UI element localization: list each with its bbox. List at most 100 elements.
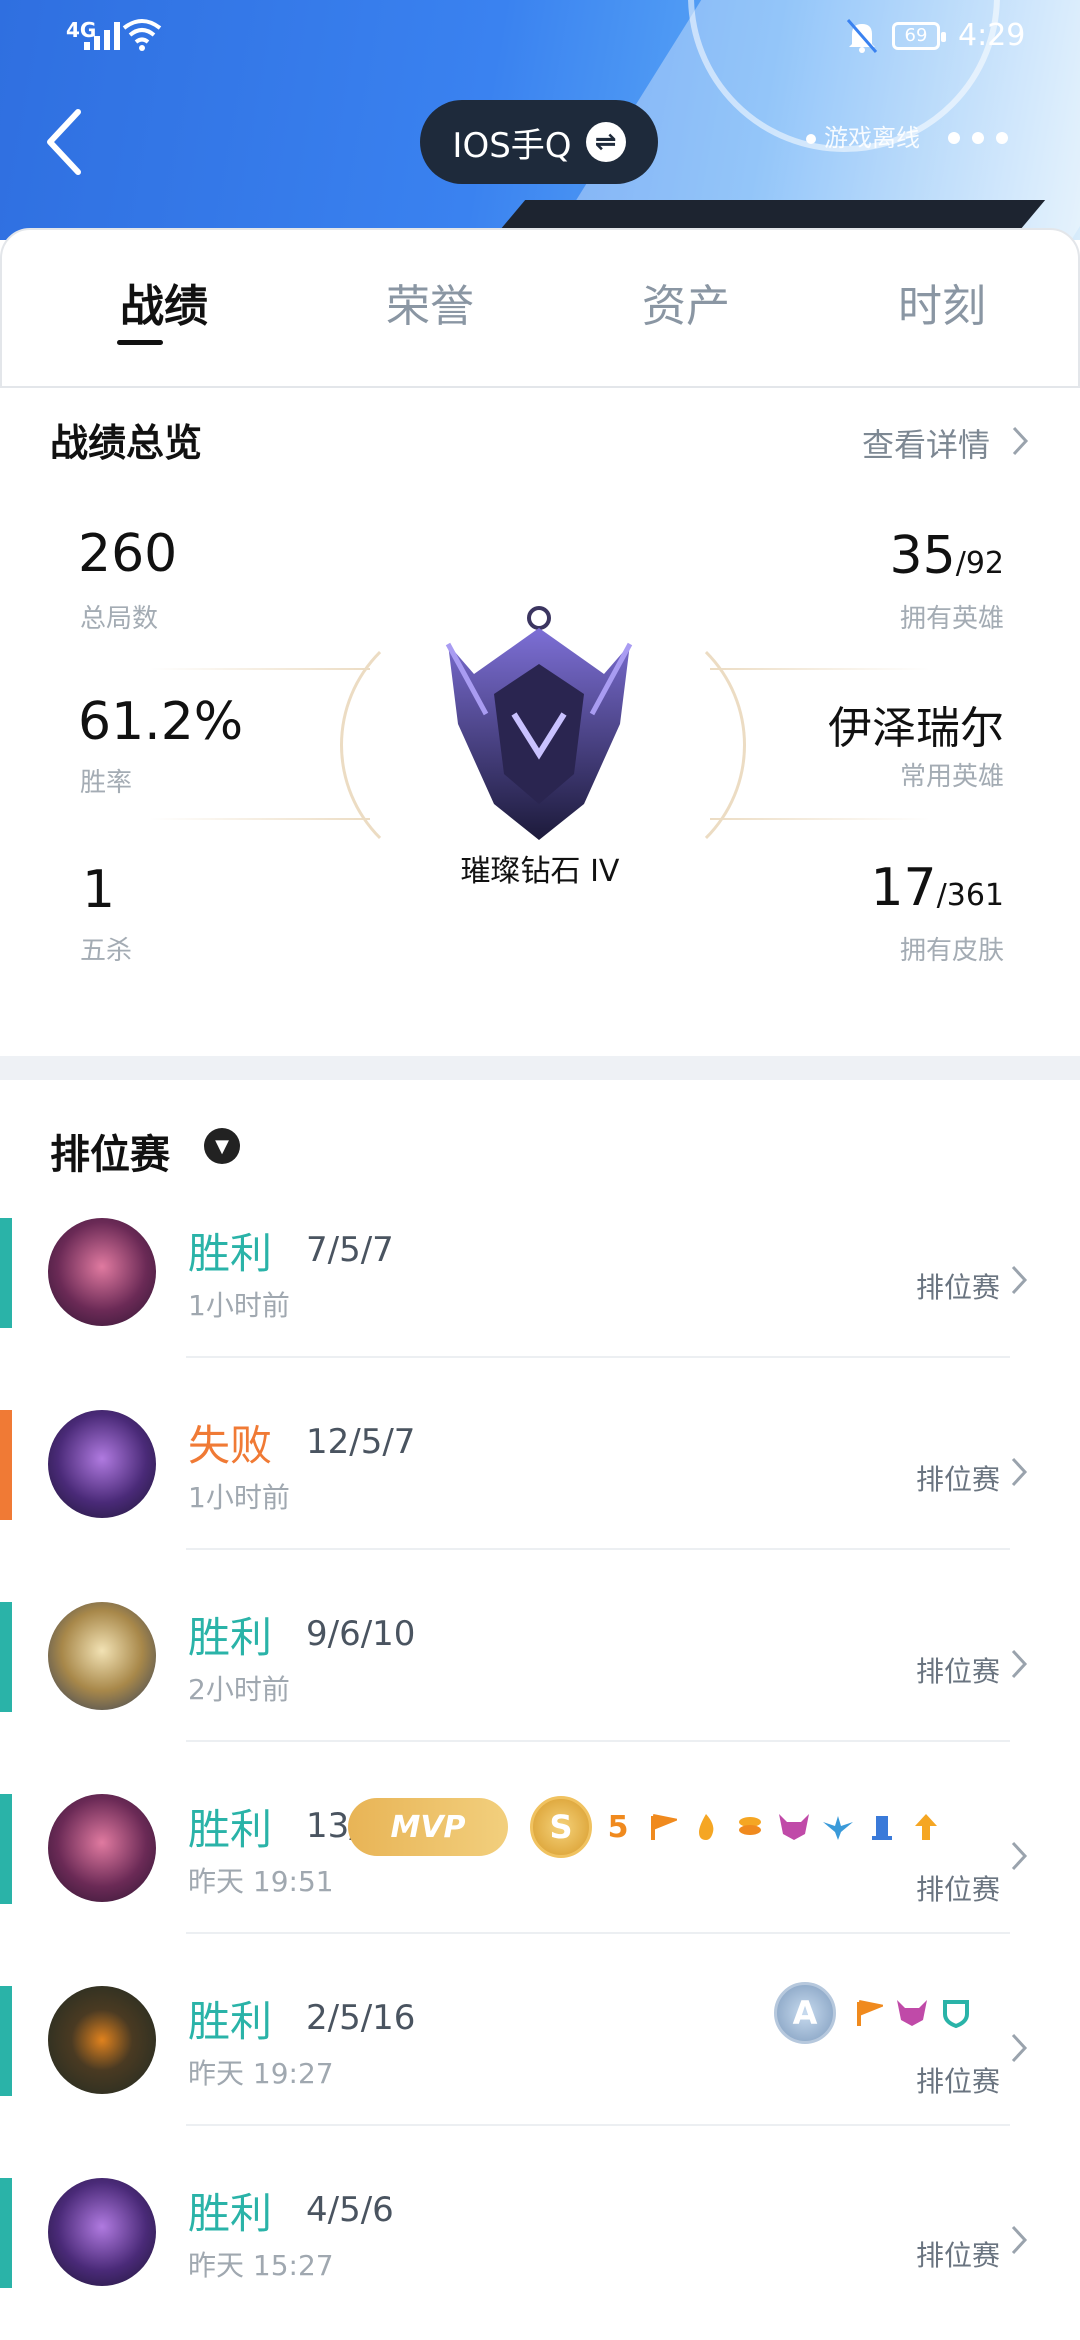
hero-avatar [48, 1602, 156, 1710]
result-indicator [0, 1410, 12, 1520]
rank-name: 璀璨钻石 IV [460, 854, 620, 889]
account-switch-button[interactable]: IOS手Q ⇌ [420, 100, 658, 184]
flame-icon [688, 1809, 724, 1845]
hero-avatar [48, 1794, 156, 1902]
mvp-badge: MVP [348, 1798, 508, 1856]
match-row[interactable]: 失败 12/5/7 1小时前 排位赛 [0, 1358, 1080, 1550]
skins-owned-count: 17 [870, 858, 937, 918]
header-banner: 4G 69 4:29 IOS手Q ⇌ 游戏离线 [0, 0, 1080, 240]
match-mode: 排位赛 [915, 2065, 1000, 2098]
result-indicator [0, 2178, 12, 2288]
hero-avatar [48, 1986, 156, 2094]
mute-bell-icon [846, 19, 878, 53]
match-mode: 排位赛 [915, 1873, 1000, 1906]
match-mode: 排位赛 [915, 1655, 1000, 1688]
divider [710, 668, 930, 670]
match-kda: 4/5/6 [306, 2190, 394, 2230]
rank-emblem-icon [445, 606, 633, 840]
result-indicator [0, 1218, 12, 1328]
result-indicator [0, 1794, 12, 1904]
win-rate-value: 61.2% [78, 692, 244, 752]
chevron-down-icon[interactable]: ▼ [204, 1128, 240, 1164]
result-indicator [0, 1602, 12, 1712]
overview-title: 战绩总览 [50, 421, 203, 465]
match-result: 胜利 [188, 1997, 273, 2046]
coins-icon [732, 1809, 768, 1845]
skins-total: /361 [936, 878, 1004, 913]
flag-icon [644, 1809, 680, 1845]
swap-icon: ⇌ [585, 122, 626, 162]
skins-owned-value: 17/361 [870, 858, 1004, 918]
tab-active-indicator [117, 340, 163, 345]
demon-icon [894, 1995, 930, 2031]
total-games-label: 总局数 [80, 604, 159, 634]
more-menu-icon[interactable] [948, 132, 1008, 144]
match-time: 昨天 19:51 [188, 1865, 334, 1898]
chevron-right-icon [1011, 2225, 1028, 2255]
match-result: 失败 [188, 1421, 273, 1470]
chevron-right-icon [1011, 1265, 1028, 1295]
chevron-right-icon [1011, 1457, 1028, 1487]
match-kda: 9/6/10 [306, 1614, 416, 1654]
match-kda: 12/5/7 [306, 1422, 416, 1462]
match-time: 昨天 19:27 [188, 2057, 334, 2090]
hero-avatar [48, 1218, 156, 1326]
divider [150, 818, 370, 820]
match-time: 1小时前 [188, 1481, 290, 1514]
match-row[interactable]: 胜利 9/6/10 2小时前 排位赛 [0, 1550, 1080, 1742]
match-result: 胜利 [188, 1613, 273, 1662]
match-kda: 2/5/16 [306, 1998, 416, 2038]
match-result: 胜利 [188, 2189, 273, 2238]
online-status-label: 游戏离线 [824, 124, 920, 152]
section-separator [0, 1056, 1080, 1080]
penta-kill-label: 五杀 [80, 936, 133, 966]
match-row[interactable]: 胜利 13/ 昨天 19:51 MVP S 5 排位赛 [0, 1742, 1080, 1934]
match-time: 昨天 15:27 [188, 2249, 334, 2282]
match-time: 2小时前 [188, 1673, 290, 1706]
heroes-total: /92 [955, 546, 1004, 581]
match-result: 胜利 [188, 1805, 273, 1854]
chevron-right-icon [1011, 1841, 1028, 1871]
tab-honor[interactable]: 荣誉 [386, 270, 474, 334]
battery-icon: 69 [892, 22, 946, 50]
match-row[interactable]: 胜利 2/5/16 昨天 19:27 A 排位赛 [0, 1934, 1080, 2126]
clock: 4:29 [958, 18, 1026, 53]
divider [150, 668, 370, 670]
match-mode: 排位赛 [915, 1463, 1000, 1496]
hero-avatar [48, 2178, 156, 2286]
match-row[interactable]: 胜利 4/5/6 昨天 15:27 排位赛 [0, 2126, 1080, 2318]
match-mode: 排位赛 [915, 1271, 1000, 1304]
shield-icon [938, 1995, 974, 2031]
wifi-icon [122, 19, 162, 51]
match-badges: MVP S 5 [348, 1796, 944, 1858]
common-hero-label: 常用英雄 [899, 762, 1004, 792]
chevron-right-icon[interactable] [1010, 424, 1030, 458]
match-result: 胜利 [188, 1229, 273, 1278]
upgrade-icon [908, 1809, 944, 1845]
penta-kill-value: 1 [82, 860, 116, 920]
match-badges: A [774, 1982, 974, 2044]
common-hero-value: 伊泽瑞尔 [828, 703, 1004, 754]
total-games-value: 260 [78, 524, 178, 584]
tower-icon [864, 1809, 900, 1845]
divider [710, 818, 930, 820]
status-dot-icon [806, 134, 816, 144]
view-details-link[interactable]: 查看详情 [862, 420, 990, 466]
back-arrow-icon[interactable] [44, 106, 84, 178]
heroes-owned-label: 拥有英雄 [899, 604, 1004, 634]
tab-record[interactable]: 战绩 [120, 270, 208, 334]
demon-icon [776, 1809, 812, 1845]
tab-moments[interactable]: 时刻 [898, 270, 986, 334]
signal-icon [84, 22, 120, 50]
a-grade-badge: A [774, 1982, 836, 2044]
match-time: 1小时前 [188, 1289, 290, 1322]
heroes-owned-value: 35/92 [890, 526, 1004, 586]
bird-icon [820, 1809, 856, 1845]
match-row[interactable]: 胜利 7/5/7 1小时前 排位赛 [0, 1166, 1080, 1358]
result-indicator [0, 1986, 12, 2096]
flag-icon [850, 1995, 886, 2031]
five-kill-icon: 5 [607, 1809, 629, 1845]
win-rate-label: 胜率 [80, 768, 133, 798]
online-status: 游戏离线 [806, 118, 920, 153]
tab-assets[interactable]: 资产 [642, 270, 730, 334]
